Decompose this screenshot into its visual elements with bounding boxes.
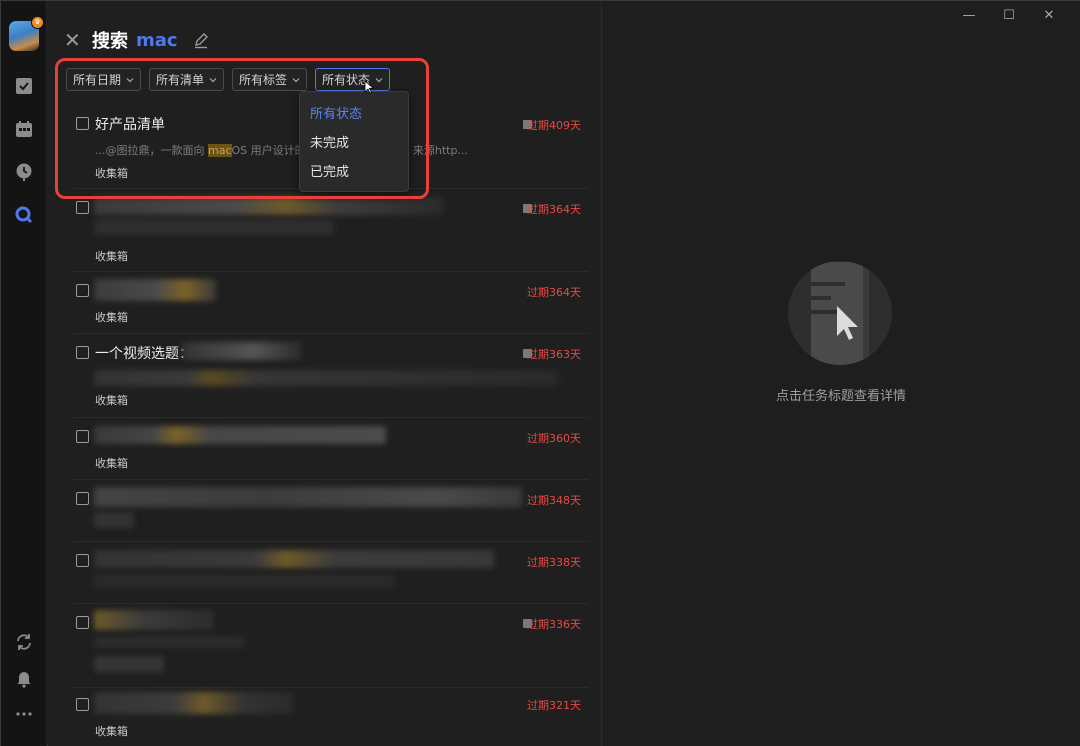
- blurred-content: [94, 426, 386, 444]
- task-due: 过期363天: [527, 348, 581, 361]
- task-checkbox[interactable]: [76, 698, 89, 711]
- task-due: 过期364天: [527, 203, 581, 216]
- task-list-name: 收集箱: [95, 725, 128, 738]
- bell-icon[interactable]: [14, 668, 34, 688]
- task-snippet: ...@图拉鼎，一款面向 macOS 用户设计的 +时间进度的 App。 来源h…: [95, 144, 468, 157]
- maximize-button[interactable]: ☐: [989, 5, 1029, 25]
- detail-panel: 点击任务标题查看详情: [602, 1, 1080, 746]
- task-due: 过期409天: [527, 119, 581, 132]
- blurred-content: [94, 370, 559, 386]
- navigation-rail: ♛: [1, 1, 47, 746]
- task-row[interactable]: 收集箱 过期321天: [74, 688, 589, 746]
- task-row[interactable]: 过期338天: [74, 542, 589, 604]
- blurred-content: [94, 656, 164, 672]
- empty-state-text: 点击任务标题查看详情: [775, 389, 906, 404]
- close-icon[interactable]: ✕: [64, 30, 82, 50]
- blurred-content: [94, 692, 294, 714]
- task-list-name: 收集箱: [95, 250, 128, 263]
- task-due: 过期336天: [527, 618, 581, 631]
- chevron-down-icon: [209, 77, 217, 82]
- task-row[interactable]: 一个视频选题： 收集箱 过期363天: [74, 334, 589, 418]
- task-list-name: 收集箱: [95, 167, 128, 180]
- task-checkbox[interactable]: [76, 492, 89, 505]
- status-option-all[interactable]: 所有状态: [300, 100, 408, 129]
- task-row[interactable]: 收集箱 过期364天: [74, 272, 589, 334]
- task-checkbox[interactable]: [76, 430, 89, 443]
- more-icon[interactable]: [14, 704, 34, 724]
- sync-icon[interactable]: [14, 632, 34, 652]
- task-due: 过期348天: [527, 494, 581, 507]
- blurred-content: [94, 574, 394, 588]
- filter-date[interactable]: 所有日期: [66, 68, 142, 91]
- task-title[interactable]: 一个视频选题：: [95, 343, 193, 363]
- window-controls: — ☐ ✕: [949, 5, 1069, 25]
- blurred-content: [94, 636, 244, 648]
- task-row[interactable]: 过期336天: [74, 604, 589, 688]
- crown-icon: ♛: [31, 16, 44, 29]
- task-checkbox[interactable]: [76, 117, 89, 130]
- task-checkbox[interactable]: [76, 346, 89, 359]
- empty-state-illustration: [788, 261, 892, 365]
- filter-tag-label: 所有标签: [239, 73, 288, 87]
- mouse-cursor-icon: [364, 80, 374, 94]
- task-due: 过期364天: [527, 286, 581, 299]
- search-header: ✕ 搜索 mac: [64, 27, 210, 53]
- blurred-content: [94, 279, 216, 301]
- blurred-content: [94, 219, 334, 235]
- search-icon[interactable]: [14, 205, 34, 225]
- minimize-button[interactable]: —: [949, 5, 989, 25]
- chevron-down-icon: [292, 77, 300, 82]
- task-title[interactable]: 好产品清单: [95, 114, 165, 134]
- task-checkbox[interactable]: [76, 284, 89, 297]
- blurred-content: [94, 487, 522, 507]
- clock-icon[interactable]: [14, 162, 34, 182]
- search-query: mac: [136, 29, 178, 51]
- calendar-icon[interactable]: [14, 119, 34, 139]
- edit-icon[interactable]: [192, 31, 210, 49]
- filter-status-label: 所有状态: [322, 73, 371, 87]
- page-title: 搜索: [92, 31, 128, 52]
- task-checkbox[interactable]: [76, 554, 89, 567]
- app-window: ♛ ✕ 搜索 mac 所有日期 所有清单 所有标签 所有状态 所有状态 未完成 …: [0, 0, 1080, 746]
- search-panel: ✕ 搜索 mac 所有日期 所有清单 所有标签 所有状态 所有状态 未完成 已完…: [48, 1, 601, 746]
- blurred-content: [94, 512, 134, 528]
- filter-list-label: 所有清单: [156, 73, 205, 87]
- task-checkbox[interactable]: [76, 201, 89, 214]
- filter-status[interactable]: 所有状态: [315, 68, 391, 91]
- blurred-content: [94, 610, 214, 630]
- status-option-complete[interactable]: 已完成: [300, 158, 408, 187]
- task-row[interactable]: 收集箱 过期360天: [74, 418, 589, 480]
- filter-date-label: 所有日期: [73, 73, 122, 87]
- filter-tag[interactable]: 所有标签: [232, 68, 308, 91]
- task-list-name: 收集箱: [95, 311, 128, 324]
- task-due: 过期360天: [527, 432, 581, 445]
- task-row[interactable]: 过期348天: [74, 480, 589, 542]
- checkbox-icon[interactable]: [14, 76, 34, 96]
- blurred-content: [182, 342, 302, 360]
- search-match-highlight: mac: [208, 144, 232, 157]
- blurred-content: [94, 197, 444, 215]
- avatar[interactable]: ♛: [9, 16, 44, 51]
- task-list-name: 收集箱: [95, 394, 128, 407]
- close-window-button[interactable]: ✕: [1029, 5, 1069, 25]
- status-option-incomplete[interactable]: 未完成: [300, 129, 408, 158]
- task-row[interactable]: 收集箱 过期364天: [74, 189, 589, 272]
- task-list-name: 收集箱: [95, 457, 128, 470]
- filter-bar: 所有日期 所有清单 所有标签 所有状态: [66, 68, 391, 91]
- task-due: 过期321天: [527, 699, 581, 712]
- task-due: 过期338天: [527, 556, 581, 569]
- blurred-content: [94, 550, 494, 568]
- task-checkbox[interactable]: [76, 616, 89, 629]
- chevron-down-icon: [375, 77, 383, 82]
- chevron-down-icon: [126, 77, 134, 82]
- filter-list[interactable]: 所有清单: [149, 68, 225, 91]
- status-dropdown-menu: 所有状态 未完成 已完成: [299, 91, 409, 192]
